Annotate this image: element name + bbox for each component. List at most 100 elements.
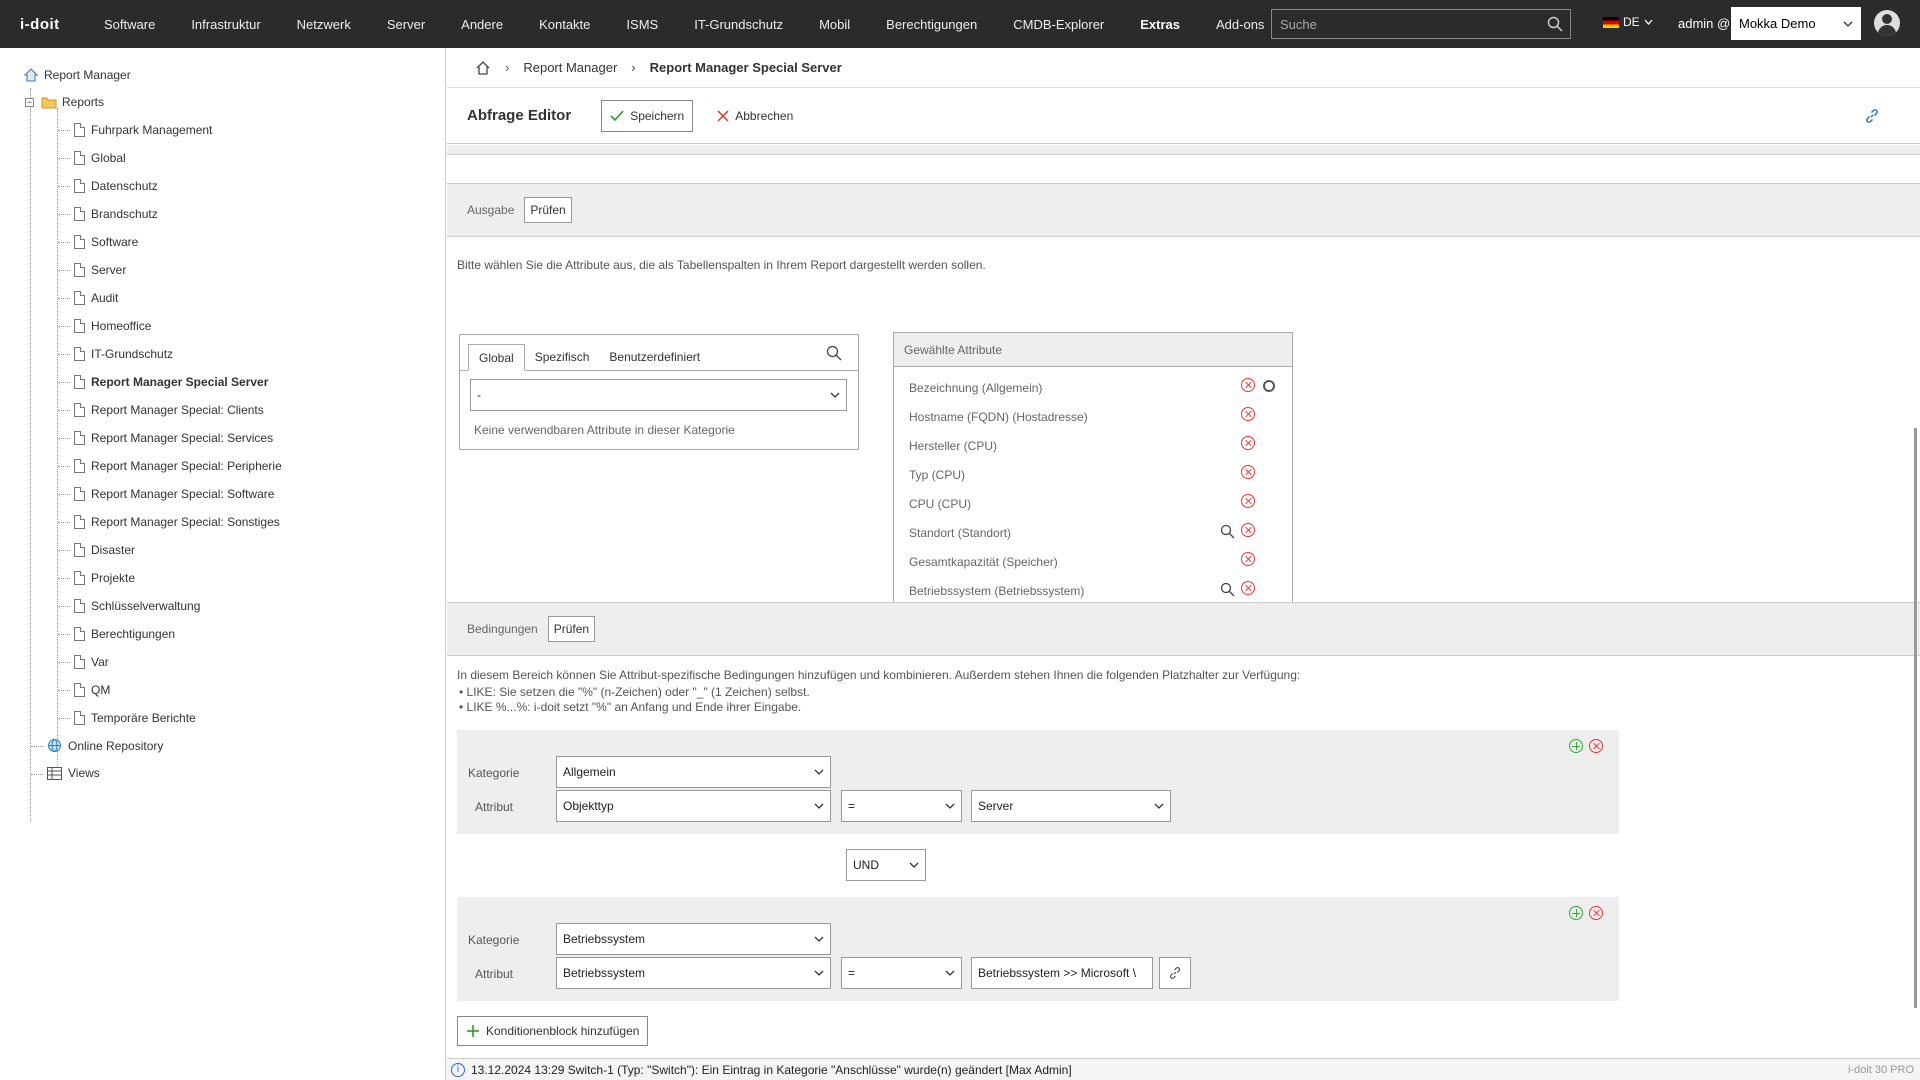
tree-report-item[interactable]: Report Manager Special: Sonstiges bbox=[74, 515, 280, 529]
tree-report-item[interactable]: Report Manager Special: Peripherie bbox=[74, 459, 282, 473]
remove-attribute-icon[interactable] bbox=[1241, 407, 1255, 421]
menu-add-ons[interactable]: Add-ons bbox=[1198, 0, 1282, 48]
language-switch[interactable]: DE bbox=[1603, 15, 1653, 29]
menu-infrastruktur[interactable]: Infrastruktur bbox=[173, 0, 278, 48]
value-select[interactable]: Server bbox=[971, 790, 1171, 822]
attribut-select[interactable]: Betriebssystem bbox=[556, 957, 831, 989]
selected-attribute: Hersteller (CPU) bbox=[909, 439, 998, 453]
tree-report-item[interactable]: Var bbox=[74, 655, 109, 669]
remove-attribute-icon[interactable] bbox=[1241, 378, 1255, 392]
search-icon[interactable] bbox=[826, 345, 842, 361]
tree-report-item[interactable]: Schlüsselverwaltung bbox=[74, 599, 200, 613]
document-icon bbox=[74, 571, 85, 585]
scrollbar[interactable] bbox=[1914, 428, 1917, 1008]
menu-kontakte[interactable]: Kontakte bbox=[521, 0, 608, 48]
menu-netzwerk[interactable]: Netzwerk bbox=[279, 0, 369, 48]
menu-server[interactable]: Server bbox=[369, 0, 443, 48]
object-browser-button[interactable] bbox=[1159, 957, 1191, 989]
document-icon bbox=[74, 151, 85, 165]
menu-isms[interactable]: ISMS bbox=[608, 0, 676, 48]
operator-select[interactable]: = bbox=[841, 790, 962, 822]
remove-attribute-icon[interactable] bbox=[1241, 436, 1255, 450]
remove-attribute-icon[interactable] bbox=[1241, 494, 1255, 508]
add-condition-icon[interactable] bbox=[1569, 906, 1583, 920]
category-select[interactable]: - bbox=[470, 379, 847, 411]
user-avatar-icon[interactable] bbox=[1874, 10, 1900, 36]
selected-attribute: CPU (CPU) bbox=[909, 497, 971, 511]
save-button[interactable]: Speichern bbox=[601, 99, 694, 132]
cancel-button[interactable]: Abbrechen bbox=[709, 100, 801, 132]
search-input[interactable] bbox=[1272, 15, 1540, 33]
remove-attribute-icon[interactable] bbox=[1241, 523, 1255, 537]
kategorie-select[interactable]: Allgemein bbox=[556, 756, 831, 788]
tree-folder-reports[interactable]: − Reports bbox=[25, 95, 104, 109]
tree-report-item[interactable]: Berechtigungen bbox=[74, 627, 175, 641]
collapse-icon[interactable]: − bbox=[25, 97, 34, 107]
remove-attribute-icon[interactable] bbox=[1241, 581, 1255, 595]
output-check-button[interactable]: Prüfen bbox=[524, 197, 572, 223]
tree-report-label: Berechtigungen bbox=[91, 627, 176, 641]
tree-report-item[interactable]: Report Manager Special: Services bbox=[74, 431, 273, 445]
tree-report-item[interactable]: Report Manager Special: Software bbox=[74, 487, 274, 501]
tree-report-item[interactable]: Global bbox=[74, 151, 126, 165]
tree-report-item[interactable]: Server bbox=[74, 263, 126, 277]
home-icon[interactable] bbox=[475, 60, 491, 76]
tab-benutzerdefiniert[interactable]: Benutzerdefiniert bbox=[599, 343, 710, 370]
tree-views[interactable]: Views bbox=[47, 766, 100, 780]
search-icon[interactable] bbox=[1220, 524, 1235, 539]
tenant-select[interactable]: Mokka Demo bbox=[1731, 7, 1861, 40]
tree-report-item[interactable]: Fuhrpark Management bbox=[74, 123, 212, 137]
connector-select[interactable]: UND bbox=[846, 849, 926, 881]
add-condition-icon[interactable] bbox=[1569, 739, 1583, 753]
kategorie-select[interactable]: Betriebssystem bbox=[556, 923, 831, 955]
table-icon bbox=[47, 766, 62, 780]
conditions-check-button[interactable]: Prüfen bbox=[547, 616, 596, 642]
tree-root-report-manager[interactable]: Report Manager bbox=[24, 68, 131, 82]
attribut-select[interactable]: Objekttyp bbox=[556, 790, 831, 822]
tree-report-item-selected[interactable]: Report Manager Special Server bbox=[74, 375, 268, 389]
tree-report-item[interactable]: Datenschutz bbox=[74, 179, 158, 193]
link-icon[interactable] bbox=[1864, 108, 1880, 124]
tree-report-item[interactable]: Brandschutz bbox=[74, 207, 158, 221]
menu-it-grundschutz[interactable]: IT-Grundschutz bbox=[676, 0, 801, 48]
tree-report-item[interactable]: Projekte bbox=[74, 571, 135, 585]
add-condition-block-button[interactable]: Konditionenblock hinzufügen bbox=[457, 1016, 649, 1046]
document-icon bbox=[74, 347, 85, 361]
status-message[interactable]: 13.12.2024 13:29 Switch-1 (Typ: "Switch"… bbox=[471, 1063, 1072, 1077]
search-icon[interactable] bbox=[1220, 582, 1235, 597]
tree-report-item[interactable]: Audit bbox=[74, 291, 118, 305]
tree-report-item[interactable]: IT-Grundschutz bbox=[74, 347, 173, 361]
remove-condition-icon[interactable] bbox=[1589, 906, 1603, 920]
menu-extras[interactable]: Extras bbox=[1122, 0, 1198, 48]
tree-report-item[interactable]: Temporäre Berichte bbox=[74, 711, 196, 725]
conditions-section-header: Bedingungen Prüfen bbox=[447, 602, 1920, 656]
menu-software[interactable]: Software bbox=[86, 0, 173, 48]
tree-report-item[interactable]: Disaster bbox=[74, 543, 135, 557]
remove-condition-icon[interactable] bbox=[1589, 739, 1603, 753]
tree-report-label: Report Manager Special: Services bbox=[91, 431, 274, 445]
tree-report-item[interactable]: Software bbox=[74, 235, 138, 249]
sort-handle-icon[interactable] bbox=[1263, 380, 1275, 392]
tab-spezifisch[interactable]: Spezifisch bbox=[525, 343, 600, 370]
remove-attribute-icon[interactable] bbox=[1241, 552, 1255, 566]
menu-mobil[interactable]: Mobil bbox=[801, 0, 868, 48]
german-flag-icon bbox=[1603, 16, 1619, 28]
menu-berechtigungen[interactable]: Berechtigungen bbox=[868, 0, 995, 48]
menu-andere[interactable]: Andere bbox=[443, 0, 521, 48]
tree-report-item[interactable]: QM bbox=[74, 683, 110, 697]
app-logo[interactable]: i-doit bbox=[0, 16, 86, 33]
object-browser-field[interactable]: Betriebssystem >> Microsoft \ bbox=[971, 957, 1153, 989]
chevron-down-icon bbox=[814, 970, 824, 976]
breadcrumb-separator-icon: › bbox=[505, 60, 510, 75]
breadcrumb-parent[interactable]: Report Manager bbox=[523, 60, 617, 75]
tree-report-item[interactable]: Report Manager Special: Clients bbox=[74, 403, 264, 417]
tree-online-repository[interactable]: Online Repository bbox=[47, 738, 163, 753]
tree-report-item[interactable]: Homeoffice bbox=[74, 319, 151, 333]
tab-global[interactable]: Global bbox=[468, 344, 525, 371]
menu-cmdb-explorer[interactable]: CMDB-Explorer bbox=[995, 0, 1122, 48]
remove-attribute-icon[interactable] bbox=[1241, 465, 1255, 479]
operator-select[interactable]: = bbox=[841, 957, 962, 989]
attribut-label: Attribut bbox=[475, 967, 514, 981]
tree-report-label: QM bbox=[91, 683, 111, 697]
search-icon[interactable] bbox=[1540, 16, 1570, 32]
